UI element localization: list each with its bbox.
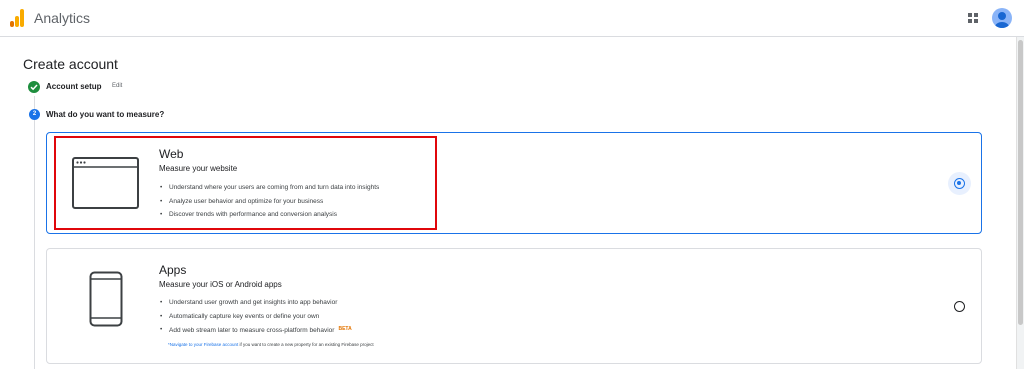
account-avatar[interactable] xyxy=(992,8,1012,28)
list-item: Add web stream later to measure cross-pl… xyxy=(159,323,352,337)
step-number-badge: 2 xyxy=(29,109,40,120)
stepper-line xyxy=(34,96,35,369)
radio-dot xyxy=(957,181,961,185)
browser-window-icon xyxy=(72,157,139,209)
apps-bullets: Understand user growth and get insights … xyxy=(159,296,352,337)
firebase-note-text: if you want to create a new property for… xyxy=(238,342,374,347)
scrollbar-thumb[interactable] xyxy=(1018,40,1023,325)
beta-badge: BETA xyxy=(338,326,352,332)
list-item: Analyze user behavior and optimize for y… xyxy=(159,195,379,209)
apps-grid-icon[interactable] xyxy=(968,13,978,23)
step-complete-check-icon xyxy=(28,81,40,93)
person-icon xyxy=(995,12,1009,28)
firebase-link[interactable]: *Navigate to your Firebase account xyxy=(168,342,238,347)
page-title: Create account xyxy=(23,56,118,72)
web-subtitle: Measure your website xyxy=(159,164,238,173)
list-item: Understand user growth and get insights … xyxy=(159,296,352,310)
apps-title: Apps xyxy=(159,263,187,277)
web-bullets: Understand where your users are coming f… xyxy=(159,181,379,222)
apps-radio-button[interactable] xyxy=(954,301,965,312)
option-card-apps[interactable]: Apps Measure your iOS or Android apps Un… xyxy=(46,248,982,364)
step-measure-label: What do you want to measure? xyxy=(46,110,165,119)
list-item: Understand where your users are coming f… xyxy=(159,181,379,195)
step-account-setup-label: Account setup xyxy=(46,82,102,91)
list-item: Automatically capture key events or defi… xyxy=(159,310,352,324)
top-app-bar: Analytics xyxy=(0,0,1024,37)
list-item-text: Add web stream later to measure cross-pl… xyxy=(169,327,335,334)
analytics-logo-icon[interactable] xyxy=(10,9,24,27)
app-title: Analytics xyxy=(34,10,91,26)
firebase-note: *Navigate to your Firebase account if yo… xyxy=(168,342,374,347)
apps-subtitle: Measure your iOS or Android apps xyxy=(159,280,282,289)
mobile-phone-icon xyxy=(89,271,123,327)
web-title: Web xyxy=(159,147,184,161)
web-radio-button[interactable] xyxy=(954,178,965,189)
step-edit-link[interactable]: Edit xyxy=(112,83,122,89)
list-item: Discover trends with performance and con… xyxy=(159,208,379,222)
option-card-web[interactable]: Web Measure your website Understand wher… xyxy=(46,132,982,234)
